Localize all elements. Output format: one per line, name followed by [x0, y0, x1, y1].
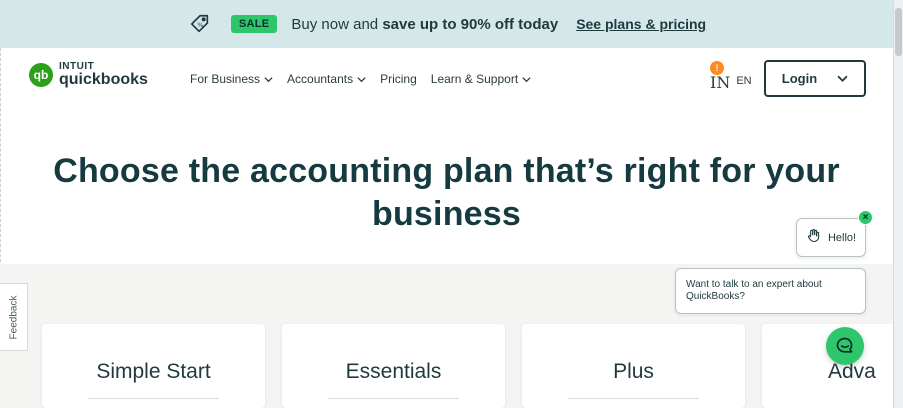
promo-banner: % SALE Buy now and save up to 90% off to…	[0, 0, 893, 48]
nav-item-accountants[interactable]: Accountants	[287, 72, 366, 86]
feedback-tab[interactable]: Feedback	[0, 283, 28, 351]
logo-product: quickbooks	[59, 71, 148, 88]
qb-logo-mark: qb	[29, 63, 53, 87]
login-button[interactable]: Login	[764, 60, 866, 97]
scrollbar-thumb[interactable]	[895, 8, 902, 56]
expert-prompt-text: Want to talk to an expert about QuickBoo…	[686, 279, 822, 302]
chat-button[interactable]	[826, 327, 864, 365]
plan-name: Plus	[613, 360, 654, 383]
nav-item-label: Pricing	[380, 72, 417, 86]
plan-card-plus[interactable]: Plus	[522, 324, 745, 408]
chat-bubble-icon	[836, 337, 853, 353]
page-title: Choose the accounting plan that’s right …	[53, 152, 840, 233]
language-icon: IN	[710, 73, 731, 92]
promo-message-prefix: Buy now and	[291, 15, 383, 33]
feedback-label: Feedback	[8, 295, 20, 339]
nav-item-pricing[interactable]: Pricing	[380, 72, 417, 86]
plan-name: Simple Start	[96, 360, 211, 383]
plan-name: Adva	[828, 360, 876, 383]
chevron-down-icon	[357, 76, 366, 82]
plan-divider	[328, 398, 459, 399]
expert-prompt-bubble[interactable]: Want to talk to an expert about QuickBoo…	[675, 268, 866, 314]
sale-badge: SALE	[230, 15, 278, 33]
plan-card-essentials[interactable]: Essentials	[282, 324, 505, 408]
language-selector[interactable]: ! IN EN	[710, 61, 752, 92]
hello-bubble[interactable]: Hello!	[796, 218, 866, 257]
notification-badge: !	[710, 61, 724, 75]
nav-menu: For Business Accountants Pricing Learn &…	[190, 72, 531, 86]
quickbooks-logo[interactable]: qb INTUIT quickbooks	[29, 62, 148, 88]
hero-section: Choose the accounting plan that’s right …	[0, 150, 893, 236]
promo-message: Buy now and save up to 90% off today	[291, 16, 558, 33]
nav-item-label: Accountants	[287, 72, 354, 86]
see-plans-link[interactable]: See plans & pricing	[576, 16, 706, 32]
language-code: EN	[736, 75, 752, 87]
svg-text:%: %	[197, 21, 203, 29]
logo-wordmark: INTUIT quickbooks	[59, 62, 148, 88]
nav-item-for-business[interactable]: For Business	[190, 72, 273, 86]
login-label: Login	[781, 71, 818, 86]
page-scrollbar[interactable]	[893, 0, 903, 408]
close-icon[interactable]: ×	[858, 210, 873, 225]
chevron-down-icon	[522, 76, 531, 82]
chevron-down-icon	[837, 75, 848, 82]
nav-item-label: Learn & Support	[430, 72, 519, 86]
plan-divider	[88, 398, 219, 399]
hello-label: Hello!	[827, 231, 857, 244]
waving-hand-icon	[806, 228, 822, 247]
plan-divider	[568, 398, 699, 399]
nav-item-learn-support[interactable]: Learn & Support	[431, 72, 531, 86]
main-navigation: qb INTUIT quickbooks For Business Accoun…	[0, 48, 893, 110]
plan-name: Essentials	[345, 360, 442, 383]
promo-message-highlight: save up to 90% off today	[382, 15, 559, 33]
price-tag-icon: %	[187, 11, 213, 37]
nav-item-label: For Business	[190, 72, 261, 86]
chevron-down-icon	[264, 76, 273, 82]
plan-card-simple-start[interactable]: Simple Start	[42, 324, 265, 408]
